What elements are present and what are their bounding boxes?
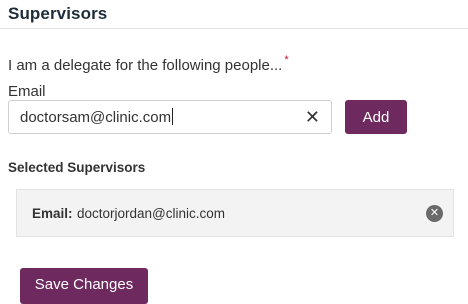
email-label: Email: [8, 83, 46, 100]
selected-supervisor-item: Email: doctorjordan@clinic.com ✕: [16, 189, 454, 237]
section-title: Supervisors: [8, 4, 108, 23]
email-input-value[interactable]: doctorsam@clinic.com: [20, 108, 174, 126]
save-changes-button[interactable]: Save Changes: [20, 268, 148, 304]
delegate-prompt: I am a delegate for the following people…: [8, 54, 289, 74]
supervisor-email-label: Email:: [32, 206, 73, 221]
text-caret: [172, 108, 174, 125]
section-header: Supervisors: [0, 0, 468, 29]
email-input[interactable]: doctorsam@clinic.com ✕: [8, 100, 332, 134]
close-icon[interactable]: ✕: [305, 107, 320, 127]
supervisor-email-value: doctorjordan@clinic.com: [77, 206, 226, 221]
delegate-text: I am a delegate for the following people…: [8, 57, 283, 74]
remove-circle-icon[interactable]: ✕: [426, 205, 443, 222]
add-button[interactable]: Add: [345, 100, 407, 134]
required-marker: *: [284, 54, 289, 66]
selected-supervisors-title: Selected Supervisors: [8, 160, 146, 175]
